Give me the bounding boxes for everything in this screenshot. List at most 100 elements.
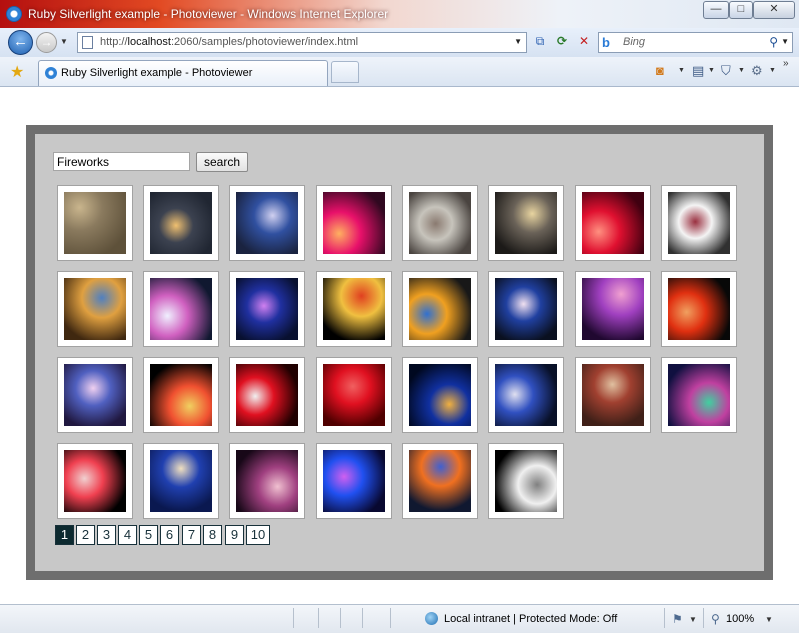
photo-thumbnail[interactable] [143,357,219,433]
tab-bar: ★ Ruby Silverlight example - Photoviewer… [0,57,799,87]
photo-people-crowd [409,192,471,254]
photo-thumbnail[interactable] [229,357,305,433]
photo-thumbnail[interactable] [316,185,392,261]
arrow-right-icon: → [40,35,53,49]
search-query-input[interactable] [53,152,190,171]
tools-menu-dropdown[interactable]: ▼ [769,67,776,74]
url-dropdown-icon[interactable]: ▼ [514,37,522,46]
photo-thumbnail[interactable] [143,443,219,519]
status-divider [318,608,319,628]
photo-thumbnail[interactable] [488,443,564,519]
photo-thumbnail[interactable] [143,271,219,347]
minimize-button[interactable]: — [703,1,729,19]
close-button[interactable]: ✕ [753,1,795,19]
safety-shield-icon[interactable]: ⛉ [721,63,731,79]
photo-red-starburst [236,364,298,426]
photo-thumbnail[interactable] [402,357,478,433]
photo-thumbnail[interactable] [488,271,564,347]
photo-thumbnail[interactable] [661,357,737,433]
photo-thumbnail[interactable] [229,443,305,519]
photo-thumbnail[interactable] [488,185,564,261]
popup-blocker-icon[interactable]: ⚑ [672,612,683,626]
web-search-field[interactable]: b Bing ⚲ ▼ [598,32,793,53]
new-tab-button[interactable] [331,61,359,83]
photo-golden-shower [323,278,385,340]
photo-thumbnail[interactable] [316,443,392,519]
search-provider-dropdown[interactable]: ▼ [781,37,789,46]
photo-interior [582,364,644,426]
photo-thumbnail[interactable] [402,185,478,261]
window-title: Ruby Silverlight example - Photoviewer -… [28,7,389,21]
photo-opera-house [150,278,212,340]
status-divider [664,608,665,628]
photo-thumbnail[interactable] [488,357,564,433]
tab-photoviewer[interactable]: Ruby Silverlight example - Photoviewer [38,60,328,86]
forward-button[interactable]: → [36,32,57,53]
page-menu-icon[interactable]: ▤ [692,63,704,79]
refresh-button[interactable]: ⟳ [552,32,572,52]
photo-dandelion [64,278,126,340]
photo-fireworks-harbor [150,192,212,254]
photo-thumbnail[interactable] [57,185,133,261]
photo-thumbnail[interactable] [57,357,133,433]
photo-thumbnail[interactable] [316,271,392,347]
refresh-icon: ⟳ [556,34,568,48]
page-menu-dropdown[interactable]: ▼ [708,67,715,74]
page-2-button[interactable]: 2 [76,525,95,545]
tools-gear-icon[interactable]: ⚙ [751,63,763,79]
popup-dropdown[interactable]: ▼ [689,615,697,624]
photo-thumbnail[interactable] [57,443,133,519]
search-button[interactable]: search [196,152,248,172]
page-3-button[interactable]: 3 [97,525,116,545]
photo-thumbnail[interactable] [575,357,651,433]
photoviewer-frame: search 12345678910 [26,125,773,580]
photo-thumbnail[interactable] [402,443,478,519]
photo-cartoon-fireworks [409,278,471,340]
photo-thumbnail[interactable] [229,271,305,347]
recent-pages-dropdown[interactable]: ▼ [60,37,68,46]
photo-thumbnail[interactable] [661,185,737,261]
page-1-button[interactable]: 1 [55,525,74,545]
search-icon[interactable]: ⚲ [769,35,778,49]
page-4-button[interactable]: 4 [118,525,137,545]
photo-red-fountain [668,278,730,340]
photo-thumbnail[interactable] [402,271,478,347]
zoom-dropdown[interactable]: ▼ [765,615,773,624]
more-commands-icon[interactable]: » [783,58,789,69]
page-10-button[interactable]: 10 [246,525,270,545]
stop-icon: ✕ [578,34,590,48]
photo-thumbnail[interactable] [661,271,737,347]
safety-menu-dropdown[interactable]: ▼ [738,67,745,74]
compatibility-view-button[interactable]: ⧉ [530,32,550,52]
rss-dropdown[interactable]: ▼ [678,67,685,74]
page-icon [82,36,93,49]
bing-icon: b [602,35,610,50]
photo-thumbnail[interactable] [575,185,651,261]
page-6-button[interactable]: 6 [160,525,179,545]
compat-icon: ⧉ [535,34,545,48]
photo-thumbnail[interactable] [316,357,392,433]
photo-bridge-night [495,192,557,254]
photo-disney-castle [64,364,126,426]
favorites-star-icon[interactable]: ★ [10,62,24,82]
stop-button[interactable]: ✕ [574,32,594,52]
maximize-button[interactable]: □ [729,1,753,19]
status-divider [362,608,363,628]
zoom-level[interactable]: 100% [726,613,754,625]
photo-thumbnail[interactable] [575,271,651,347]
page-9-button[interactable]: 9 [225,525,244,545]
photo-red-pinwheel [64,450,126,512]
arrow-left-icon: ← [13,33,28,50]
security-zone-text[interactable]: Local intranet | Protected Mode: Off [444,613,617,625]
page-7-button[interactable]: 7 [182,525,201,545]
photo-thumbnail[interactable] [143,185,219,261]
url-field[interactable]: http://localhost:2060/samples/photoviewe… [77,32,527,53]
photo-thumbnail[interactable] [229,185,305,261]
photo-thumbnail[interactable] [57,271,133,347]
intranet-zone-icon [425,612,438,625]
back-button[interactable]: ← [8,30,33,55]
zoom-icon[interactable]: ⚲ [711,612,720,626]
page-5-button[interactable]: 5 [139,525,158,545]
rss-feed-icon[interactable]: ◙ [656,63,664,78]
page-8-button[interactable]: 8 [203,525,222,545]
